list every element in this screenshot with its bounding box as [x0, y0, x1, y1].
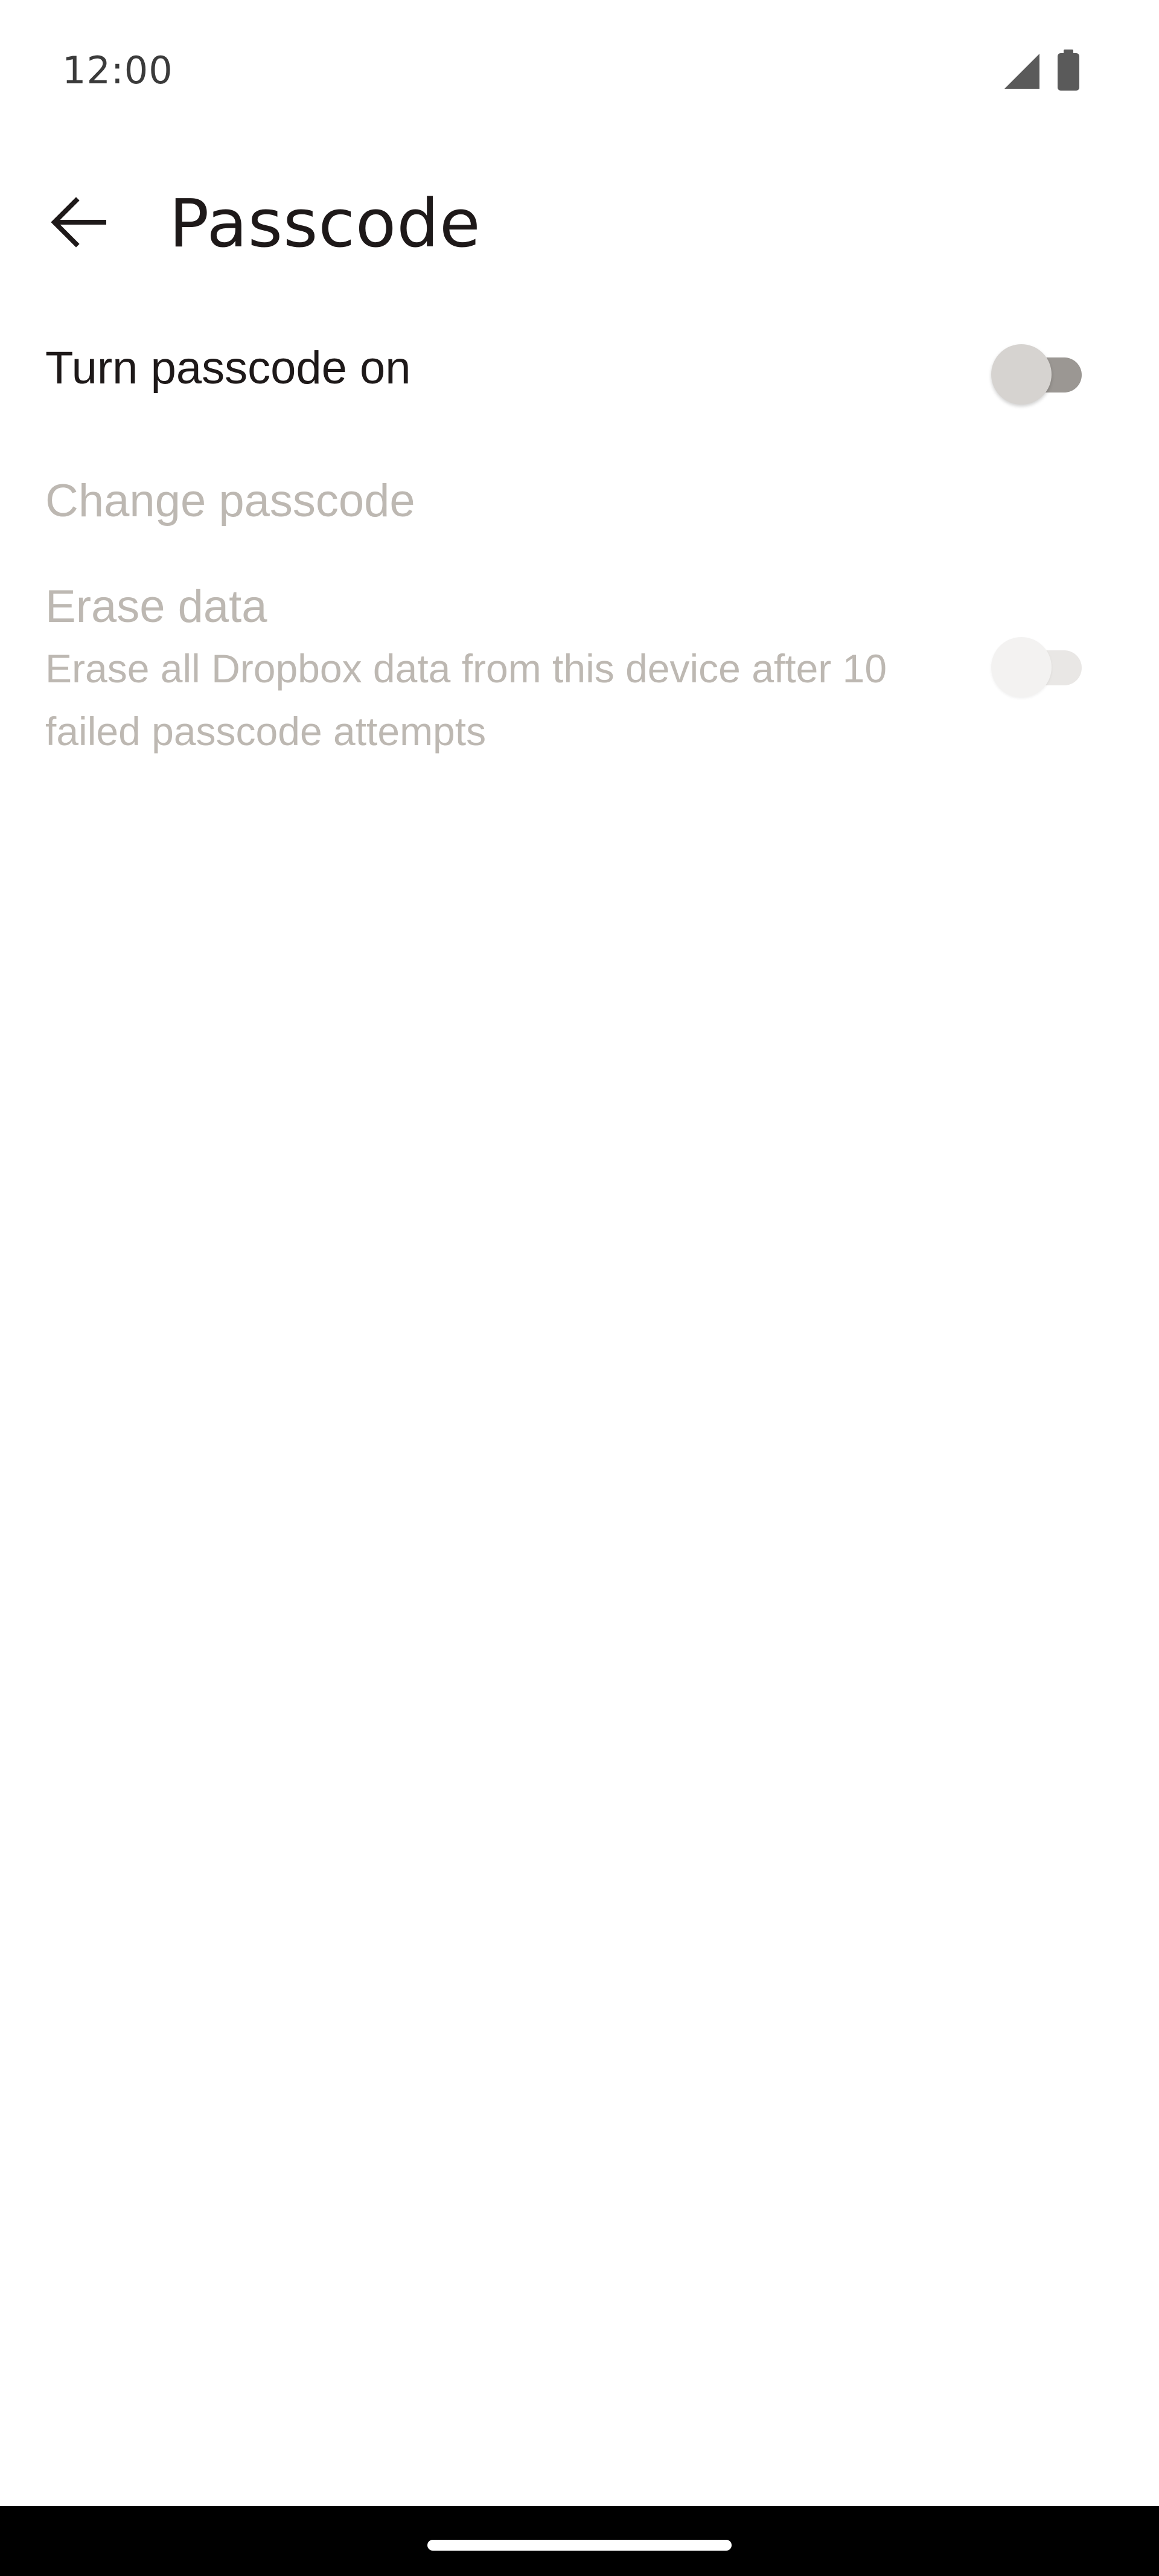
toggle-thumb — [991, 637, 1052, 697]
erase-data-toggle[interactable] — [991, 631, 1082, 697]
page-title: Passcode — [169, 185, 481, 262]
status-bar: 12:00 — [0, 0, 1159, 139]
status-time: 12:00 — [62, 48, 173, 92]
app-bar: Passcode — [0, 157, 1159, 290]
arrow-left-icon — [48, 192, 109, 255]
setting-turn-passcode-on-label: Turn passcode on — [45, 342, 411, 394]
setting-turn-passcode-on[interactable]: Turn passcode on — [0, 302, 1159, 438]
toggle-thumb — [991, 344, 1052, 405]
setting-change-passcode[interactable]: Change passcode — [0, 438, 1159, 574]
signal-icon — [1002, 51, 1041, 93]
navigation-bar — [0, 2506, 1159, 2576]
back-button[interactable] — [36, 181, 121, 266]
setting-change-passcode-label: Change passcode — [45, 475, 415, 527]
setting-erase-data-description: Erase all Dropbox data from this device … — [45, 646, 887, 754]
battery-icon — [1056, 50, 1081, 95]
status-icons — [1002, 50, 1081, 95]
setting-erase-data[interactable]: Erase data Erase all Dropbox data from t… — [0, 574, 1159, 815]
settings-list: Turn passcode on Change passcode Erase d… — [0, 302, 1159, 815]
turn-passcode-on-toggle[interactable] — [991, 338, 1082, 405]
home-indicator[interactable] — [427, 2540, 732, 2551]
setting-erase-data-label: Erase data — [45, 581, 267, 632]
